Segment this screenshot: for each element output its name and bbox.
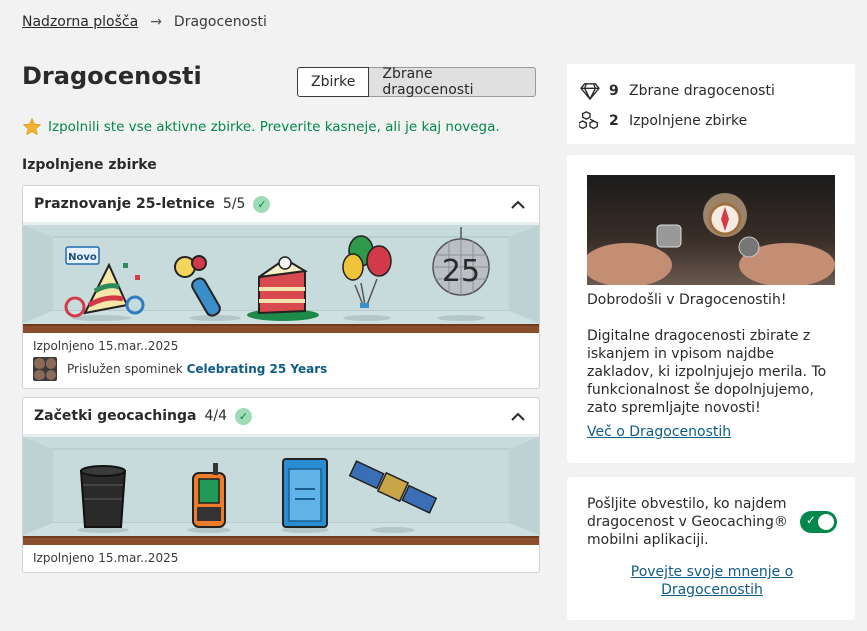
- satellite-item[interactable]: [348, 459, 438, 533]
- checkmark-icon: ✓: [234, 407, 252, 425]
- collection-count: 5/5: [222, 196, 246, 212]
- collection-footer: Izpolnjeno 15.mar..2025 Prislužen spomin…: [23, 333, 539, 388]
- new-badge: Novo: [65, 246, 100, 265]
- bucket-item[interactable]: [77, 465, 129, 533]
- feedback-link[interactable]: Povejte svoje mnenje o Dragocenostih: [631, 564, 793, 598]
- completed-date: Izpolnjeno 15.mar..2025: [33, 551, 179, 565]
- collection-shelf: Novo 25: [23, 222, 539, 333]
- collection-header[interactable]: Začetki geocachinga 4/4 ✓: [23, 398, 539, 434]
- collection-header[interactable]: Praznovanje 25-letnice 5/5 ✓: [23, 186, 539, 222]
- check-icon: ✓: [805, 513, 816, 527]
- chevron-up-icon[interactable]: [508, 406, 528, 426]
- party-hat-item[interactable]: [64, 262, 145, 321]
- section-heading: Izpolnjene zbirke: [22, 157, 157, 173]
- stats-box: 9 Zbrane dragocenosti 2 Izpolnjene zbirk…: [567, 64, 855, 144]
- balloons-item[interactable]: [342, 235, 392, 321]
- collection-card-anniversary: Praznovanje 25-letnice 5/5 ✓ Novo 25 Izp…: [22, 185, 540, 389]
- news-image: [587, 175, 835, 285]
- checkmark-icon: ✓: [253, 195, 271, 213]
- selective-availability-item[interactable]: [281, 458, 329, 533]
- collection-shelf: [23, 434, 539, 545]
- notify-toggle[interactable]: ✓: [799, 511, 837, 533]
- diamond-icon: [580, 83, 600, 100]
- completion-notice: Izpolnili ste vse aktivne zbirke. Prever…: [22, 117, 500, 137]
- breadcrumb-current: Dragocenosti: [173, 14, 267, 30]
- arrow-right-icon: →: [150, 14, 162, 30]
- collection-footer: Izpolnjeno 15.mar..2025: [23, 545, 539, 572]
- chevron-up-icon[interactable]: [508, 194, 528, 214]
- svg-text:Novo: Novo: [68, 252, 97, 263]
- tab-collections[interactable]: Zbirke: [297, 67, 370, 97]
- stat-collected: 9 Zbrane dragocenosti: [579, 76, 843, 106]
- notify-text: Pošljite obvestilo, ko najdem dragocenos…: [587, 496, 788, 548]
- birthday-cake-item[interactable]: [247, 256, 319, 321]
- souvenir-link[interactable]: Celebrating 25 Years: [187, 362, 328, 376]
- gps-device-item[interactable]: [187, 463, 231, 533]
- souvenir-thumbnail[interactable]: [33, 357, 57, 381]
- news-box: Dobrodošli v Dragocenostih! Digitalne dr…: [567, 155, 855, 463]
- party-horn-item[interactable]: [174, 255, 241, 321]
- collection-name: Praznovanje 25-letnice: [34, 196, 215, 212]
- tab-group: Zbirke Zbrane dragocenosti: [297, 66, 537, 98]
- svg-text:25: 25: [442, 254, 480, 289]
- completed-date: Izpolnjeno 15.mar..2025: [33, 339, 179, 353]
- collection-card-early-geocaching: Začetki geocachinga 4/4 ✓ Izpolnjeno 15.…: [22, 397, 540, 573]
- collection-count: 4/4: [204, 408, 227, 424]
- breadcrumb: Nadzorna plošča → Dragocenosti: [22, 14, 267, 30]
- collection-name: Začetki geocachinga: [34, 408, 197, 424]
- star-icon: [22, 117, 42, 136]
- stat-completed: 2 Izpolnjene zbirke: [579, 106, 843, 136]
- notification-box: Pošljite obvestilo, ko najdem dragocenos…: [567, 477, 855, 620]
- notice-text: Izpolnili ste vse aktivne zbirke. Prever…: [48, 119, 500, 135]
- breadcrumb-link-dashboard[interactable]: Nadzorna plošča: [22, 14, 138, 30]
- disco-ball-item[interactable]: 25: [432, 227, 490, 321]
- page-title: Dragocenosti: [22, 62, 202, 90]
- learn-more-link[interactable]: Več o Dragocenostih: [587, 424, 731, 440]
- tab-collected-treasures[interactable]: Zbrane dragocenosti: [369, 66, 537, 98]
- cubes-icon: [579, 111, 599, 130]
- news-welcome: Dobrodošli v Dragocenostih!: [587, 292, 787, 308]
- souvenir-prefix: Prislužen spominek: [67, 362, 183, 376]
- news-body: Digitalne dragocenosti zbirate z iskanje…: [587, 328, 827, 416]
